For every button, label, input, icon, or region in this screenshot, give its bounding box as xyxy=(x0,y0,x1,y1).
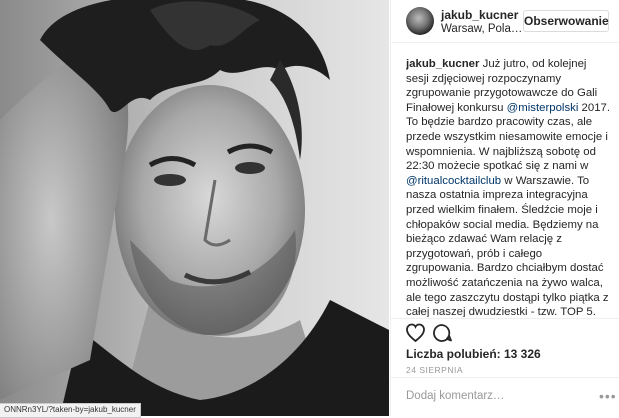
follow-button[interactable]: Obserwowanie xyxy=(523,10,609,32)
post-date[interactable]: 24 SIERPNIA xyxy=(406,365,463,375)
caption-username[interactable]: jakub_kucner xyxy=(406,58,479,70)
more-options-icon[interactable]: ••• xyxy=(599,388,617,404)
heart-outline-icon[interactable] xyxy=(406,323,425,343)
caption-text-3: w Warszawie. To nasza ostatnia impreza i… xyxy=(406,174,609,317)
divider xyxy=(391,377,619,378)
header-location[interactable]: Warsaw, Pola… xyxy=(441,23,522,35)
divider xyxy=(391,318,619,319)
post-photo[interactable] xyxy=(0,0,389,416)
portrait-image xyxy=(0,0,389,416)
header-username[interactable]: jakub_kucner xyxy=(441,8,518,22)
mention-link-ritualcocktailclub[interactable]: @ritualcocktailclub xyxy=(406,175,501,187)
post-sidebar: jakub_kucner Warsaw, Pola… Obserwowanie … xyxy=(390,0,619,416)
likes-count[interactable]: Liczba polubień: 13 326 xyxy=(406,347,541,361)
mention-link-misterpolski[interactable]: @misterpolski xyxy=(507,102,579,114)
post-caption: jakub_kucner Już jutro, od kolejnej sesj… xyxy=(406,57,611,317)
avatar[interactable] xyxy=(406,7,434,35)
post-header: jakub_kucner Warsaw, Pola… Obserwowanie xyxy=(391,0,619,43)
action-bar xyxy=(406,322,466,344)
speech-bubble-icon[interactable] xyxy=(433,324,452,342)
comment-input[interactable]: Dodaj komentarz… xyxy=(406,390,504,402)
